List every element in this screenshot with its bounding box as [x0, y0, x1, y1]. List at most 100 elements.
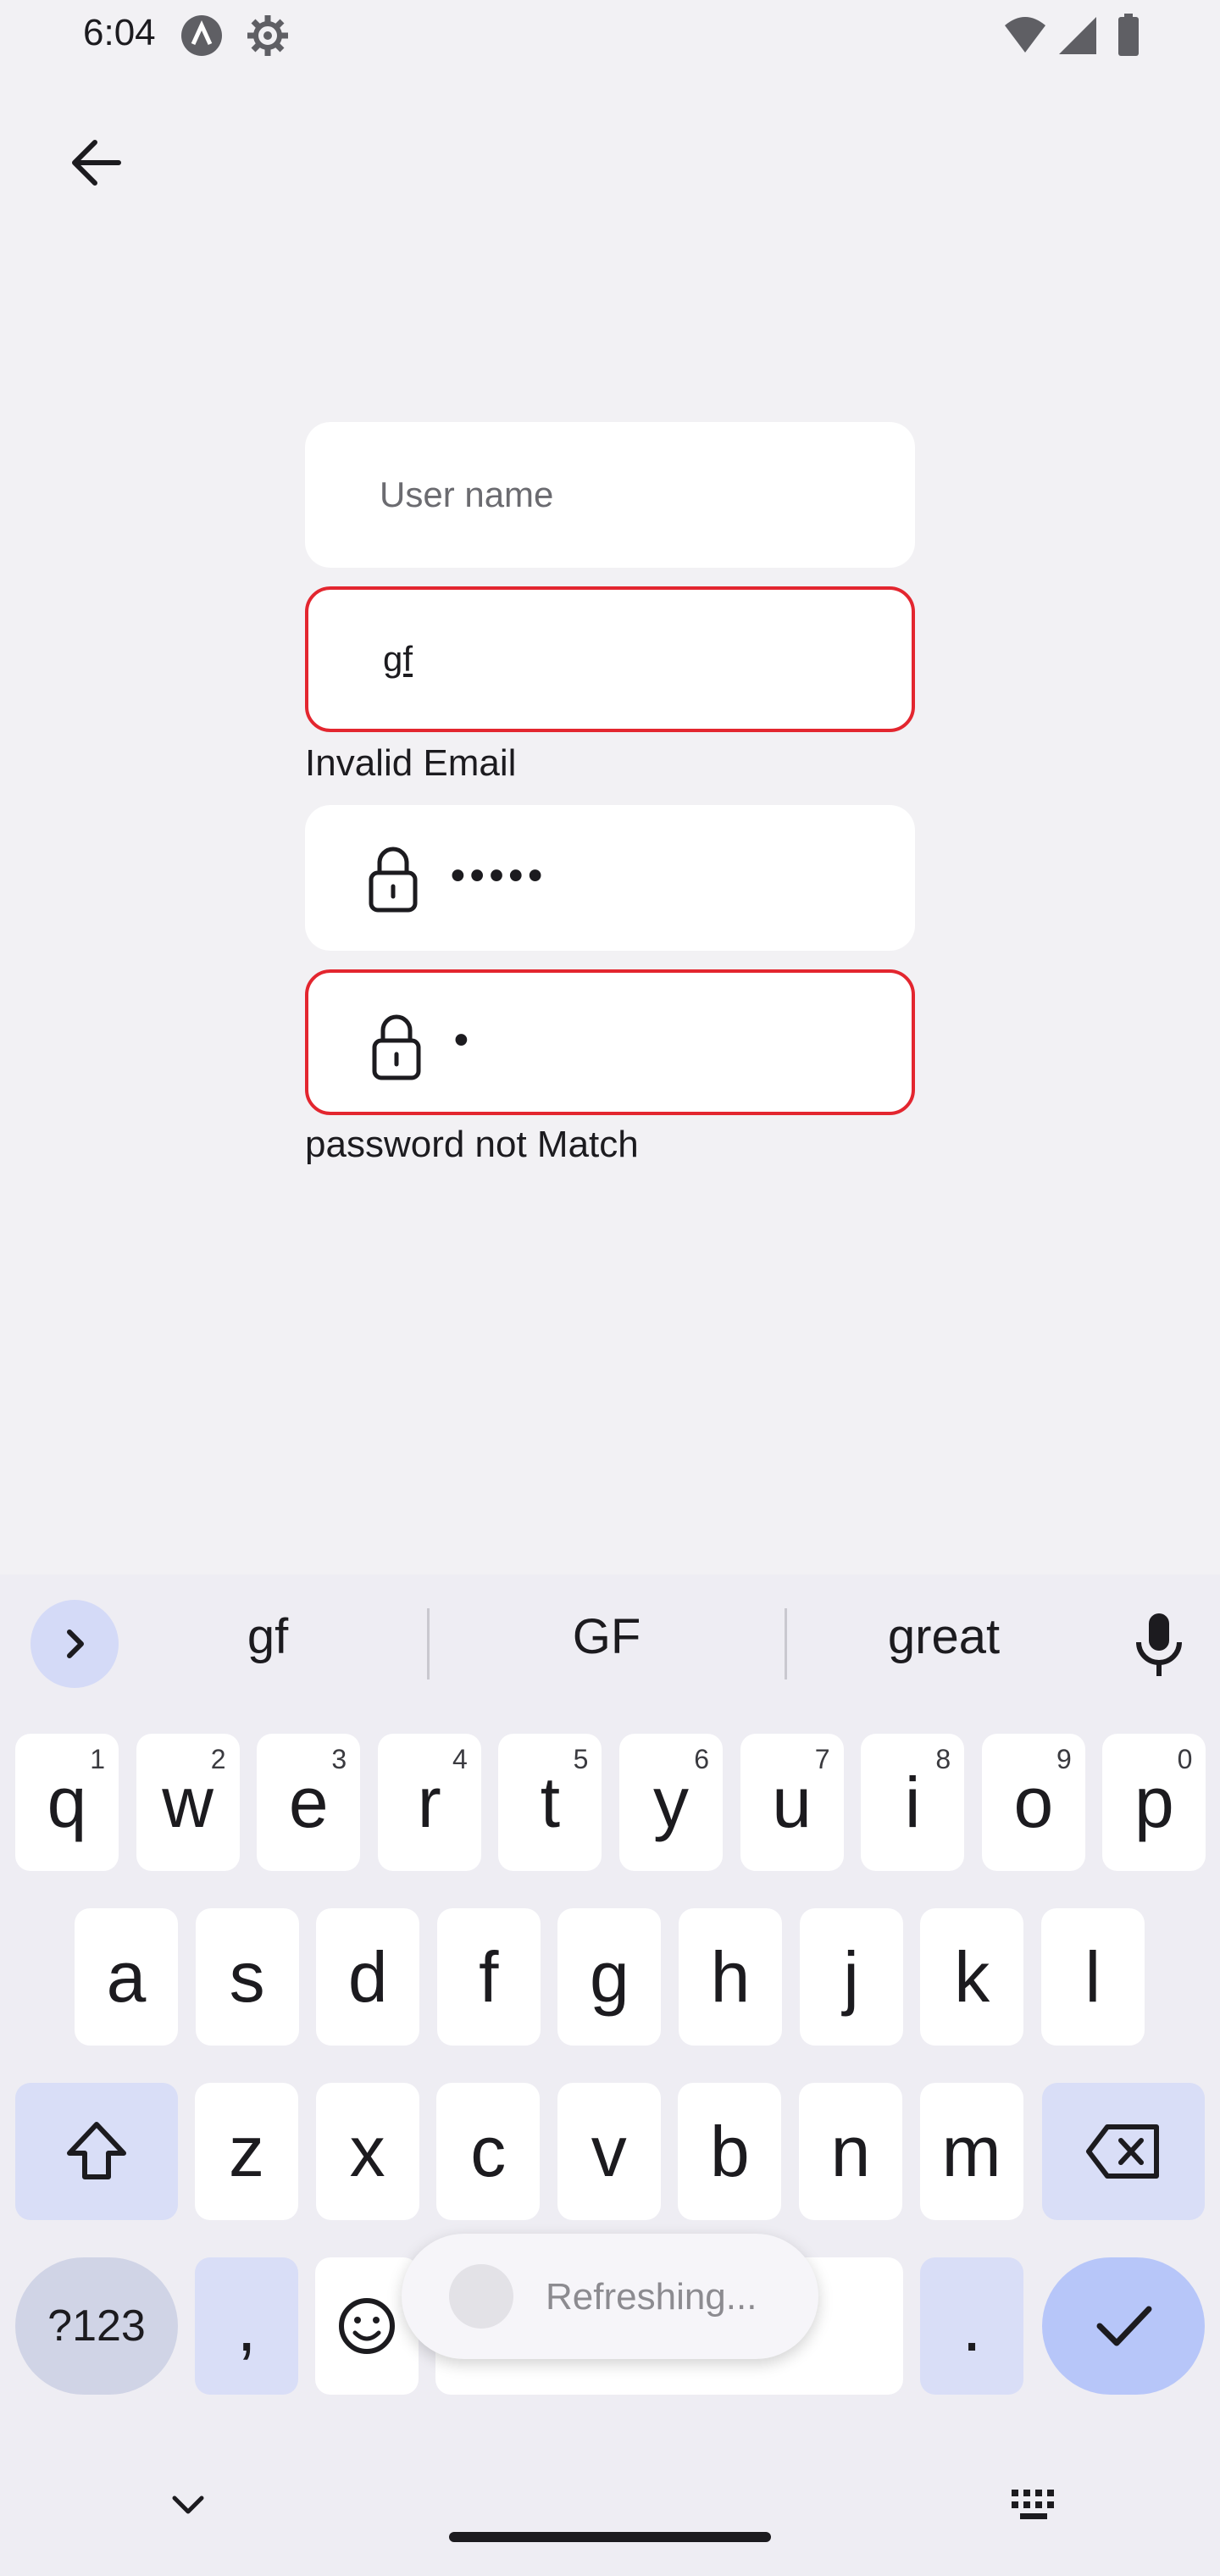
lock-icon — [372, 1014, 421, 1080]
key-hint: 2 — [210, 1744, 226, 1774]
app-icon — [449, 2264, 513, 2329]
key-b[interactable]: b — [678, 2083, 782, 2220]
key-label: u — [772, 1762, 812, 1842]
key-label: k — [954, 1936, 990, 2017]
key-label: e — [288, 1762, 329, 1842]
key-p[interactable]: p0 — [1102, 1734, 1206, 1871]
key-label: b — [710, 2111, 750, 2191]
key-y[interactable]: y6 — [619, 1734, 723, 1871]
suggestion-bar: gf GF great — [0, 1574, 1220, 1713]
app-notification-icon — [181, 15, 222, 56]
hide-keyboard-chevron-icon[interactable] — [166, 2483, 210, 2527]
refreshing-toast: Refreshing... — [402, 2234, 818, 2359]
toast-text: Refreshing... — [546, 2276, 757, 2318]
status-time: 6:04 — [83, 12, 156, 53]
key-u[interactable]: u7 — [740, 1734, 844, 1871]
suggestion-3[interactable]: great — [817, 1608, 1071, 1665]
key-label: s — [229, 1936, 265, 2017]
arrow-back-icon — [72, 140, 121, 186]
shift-key[interactable] — [15, 2083, 178, 2220]
backspace-icon — [1086, 2124, 1159, 2179]
email-value: gf — [383, 639, 413, 679]
key-r[interactable]: r4 — [377, 1734, 481, 1871]
username-field[interactable]: User name — [305, 422, 915, 568]
emoji-icon — [339, 2298, 395, 2354]
key-k[interactable]: k — [920, 1908, 1024, 2046]
comma-key[interactable]: , — [195, 2257, 298, 2395]
suggestion-divider — [785, 1608, 787, 1679]
settings-gear-icon — [247, 15, 288, 56]
home-indicator[interactable] — [449, 2532, 771, 2542]
key-h[interactable]: h — [679, 1908, 782, 2046]
back-button[interactable] — [51, 119, 139, 207]
suggestion-2[interactable]: GF — [480, 1608, 734, 1665]
key-x[interactable]: x — [315, 2083, 419, 2220]
key-g[interactable]: g — [557, 1908, 662, 2046]
key-hint: 8 — [935, 1744, 951, 1774]
key-label: r — [417, 1762, 441, 1842]
battery-icon — [1118, 14, 1139, 56]
key-v[interactable]: v — [557, 2083, 661, 2220]
checkmark-icon — [1096, 2306, 1152, 2346]
key-label: j — [843, 1936, 859, 2017]
key-d[interactable]: d — [316, 1908, 420, 2046]
chevron-right-icon — [67, 1629, 84, 1658]
confirm-password-error-message: password not Match — [305, 1124, 639, 1165]
key-l[interactable]: l — [1040, 1908, 1145, 2046]
backspace-key[interactable] — [1042, 2083, 1205, 2220]
key-label: t — [540, 1762, 561, 1842]
key-label: q — [47, 1762, 87, 1842]
email-field[interactable]: gf — [305, 586, 915, 732]
period-key[interactable]: . — [920, 2257, 1023, 2395]
username-placeholder: User name — [380, 475, 554, 514]
key-f[interactable]: f — [436, 1908, 541, 2046]
key-label: l — [1084, 1936, 1101, 2017]
key-label: c — [470, 2111, 507, 2191]
key-label: f — [479, 1936, 499, 2017]
key-label: m — [941, 2111, 1001, 2191]
key-label: o — [1013, 1762, 1054, 1842]
key-n[interactable]: n — [799, 2083, 902, 2220]
email-error-message: Invalid Email — [305, 742, 517, 784]
emoji-key[interactable] — [315, 2257, 419, 2395]
password-field[interactable]: ••••• — [305, 805, 915, 951]
key-m[interactable]: m — [919, 2083, 1023, 2220]
symbols-key-label: ?123 — [47, 2301, 146, 2351]
suggestion-1[interactable]: gf — [141, 1608, 395, 1665]
key-a[interactable]: a — [75, 1908, 178, 2046]
key-q[interactable]: q1 — [15, 1734, 119, 1871]
key-z[interactable]: z — [195, 2083, 298, 2220]
key-c[interactable]: c — [436, 2083, 541, 2220]
key-e[interactable]: e3 — [257, 1734, 361, 1871]
status-bar: 6:04 — [0, 0, 1220, 76]
key-j[interactable]: j — [799, 1908, 903, 2046]
done-key[interactable] — [1042, 2257, 1205, 2395]
period-key-label: . — [962, 2285, 982, 2366]
key-hint: 1 — [90, 1744, 105, 1774]
key-t[interactable]: t5 — [498, 1734, 602, 1871]
suggestion-divider — [427, 1608, 430, 1679]
key-hint: 7 — [814, 1744, 830, 1774]
comma-key-label: , — [236, 2285, 257, 2366]
confirm-password-value: • — [454, 1017, 474, 1063]
key-label: g — [590, 1936, 629, 2017]
key-label: i — [904, 1762, 921, 1842]
key-o[interactable]: o9 — [981, 1734, 1085, 1871]
microphone-icon[interactable] — [1132, 1612, 1186, 1679]
key-hint: 3 — [331, 1744, 347, 1774]
key-i[interactable]: i8 — [861, 1734, 965, 1871]
expand-toolbar-button[interactable] — [30, 1600, 119, 1688]
confirm-password-field[interactable]: • — [305, 969, 915, 1115]
key-hint: 6 — [694, 1744, 709, 1774]
key-label: w — [162, 1762, 214, 1842]
key-w[interactable]: w2 — [136, 1734, 240, 1871]
key-s[interactable]: s — [195, 1908, 299, 2046]
keyboard: gf GF great — [0, 1574, 1220, 2576]
wifi-icon — [1005, 17, 1045, 53]
symbols-key[interactable]: ?123 — [15, 2257, 178, 2395]
key-label: a — [106, 1936, 147, 2017]
key-label: n — [830, 2111, 871, 2191]
keyboard-switch-icon[interactable] — [1008, 2483, 1059, 2527]
key-hint: 5 — [573, 1744, 589, 1774]
key-hint: 0 — [1177, 1744, 1193, 1774]
